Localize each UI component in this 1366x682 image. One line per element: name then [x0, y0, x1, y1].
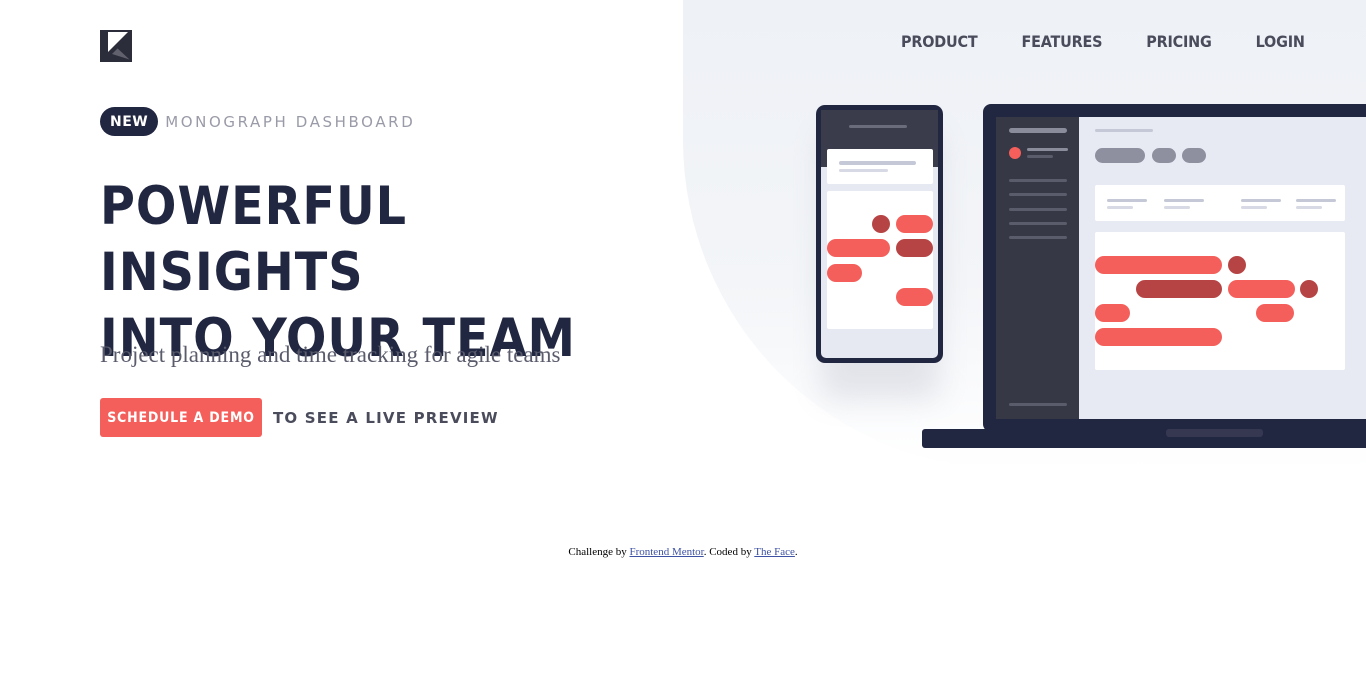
footer-suffix: .	[794, 546, 798, 558]
cta-note: TO SEE A LIVE PREVIEW	[273, 408, 499, 427]
product-tag: MONOGRAPH DASHBOARD	[165, 112, 416, 131]
monograph-logo-icon[interactable]	[100, 30, 132, 62]
author-link[interactable]: The Face	[754, 546, 795, 558]
headline-line-1: POWERFUL INSIGHTS	[100, 176, 408, 303]
dashboard-illustration	[816, 104, 1366, 448]
footer-attribution: Challenge by Frontend Mentor. Coded by T…	[0, 546, 1366, 558]
frontend-mentor-link[interactable]: Frontend Mentor	[629, 546, 703, 558]
hero-subtitle: Project planning and time tracking for a…	[100, 342, 561, 367]
new-badge: NEW	[100, 107, 159, 136]
cta-row: SCHEDULE A DEMO TO SEE A LIVE PREVIEW	[100, 398, 499, 437]
footer-prefix: Challenge by	[568, 546, 627, 558]
footer-middle: . Coded by	[703, 546, 752, 558]
schedule-demo-button[interactable]: SCHEDULE A DEMO	[100, 398, 262, 437]
tagline: NEW MONOGRAPH DASHBOARD	[100, 107, 415, 136]
